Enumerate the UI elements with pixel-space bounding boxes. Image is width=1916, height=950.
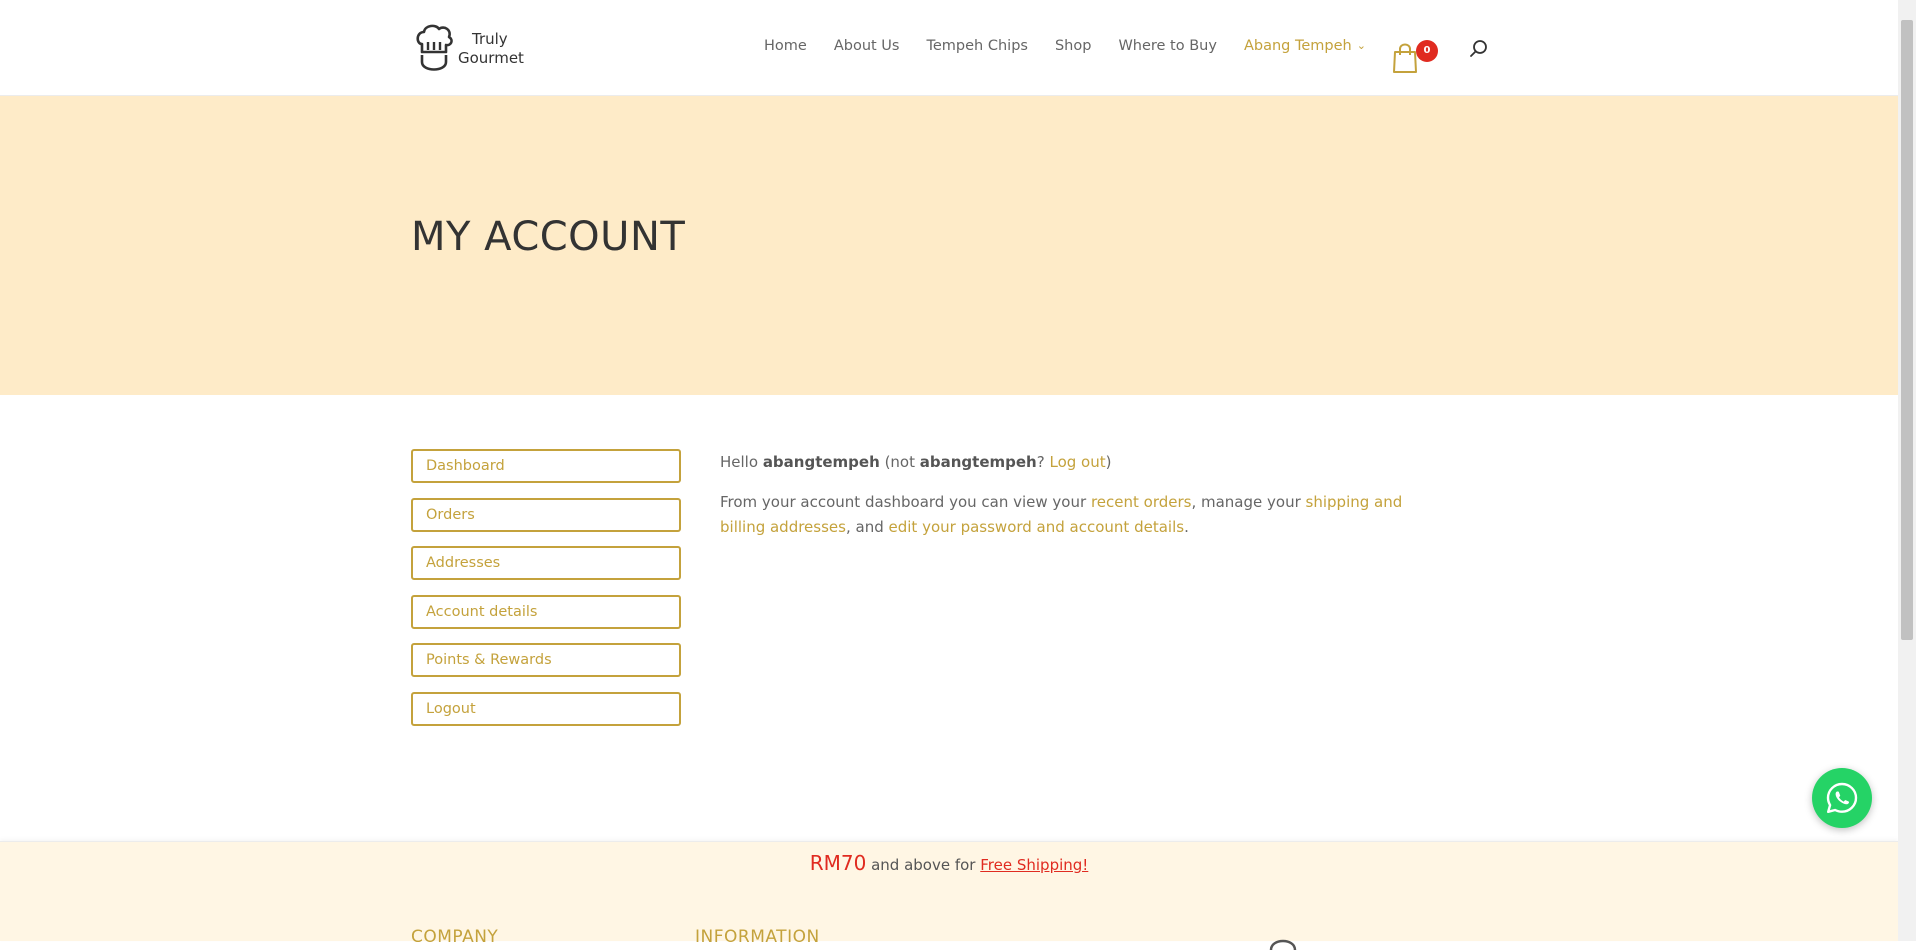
logo-text: Truly Gourmet <box>458 30 524 68</box>
account-nav-logout[interactable]: Logout <box>411 691 681 726</box>
greeting-hello: Hello <box>720 453 759 471</box>
cart-button[interactable]: 0 <box>1390 38 1440 74</box>
shopping-bag-icon <box>1393 43 1417 73</box>
username: abangtempeh <box>762 453 880 471</box>
page-scrollbar[interactable] <box>1898 0 1916 941</box>
main-nav: Home About Us Tempeh Chips Shop Where to… <box>764 38 1393 54</box>
footer-logo-icon <box>1269 939 1297 950</box>
nav-about-us[interactable]: About Us <box>834 38 900 54</box>
dashboard-description: From your account dashboard you can view… <box>720 490 1420 540</box>
account-nav-addresses[interactable]: Addresses <box>411 546 681 580</box>
greeting-question: ? <box>1036 453 1045 471</box>
page-hero: MY ACCOUNT <box>0 96 1898 395</box>
promo-amount: RM70 <box>809 851 867 875</box>
search-icon <box>1470 40 1487 57</box>
account-nav-orders[interactable]: Orders <box>411 497 681 532</box>
nav-where-to-buy[interactable]: Where to Buy <box>1118 38 1217 54</box>
username-repeat: abangtempeh <box>919 453 1037 471</box>
nav-shop[interactable]: Shop <box>1055 38 1091 54</box>
whatsapp-icon <box>1826 782 1858 813</box>
chef-hat-logo-icon <box>416 24 453 71</box>
free-shipping-link[interactable]: Free Shipping! <box>980 856 1088 874</box>
page-title: MY ACCOUNT <box>411 214 686 260</box>
greeting-paragraph: Hello abangtempeh (not abangtempeh? Log … <box>720 450 1420 475</box>
search-button[interactable] <box>1468 38 1490 62</box>
desc-end: . <box>1184 518 1189 536</box>
site-logo[interactable]: Truly Gourmet <box>414 22 524 76</box>
footer-heading-company: COMPANY <box>411 927 499 947</box>
greeting-not: (not <box>884 453 915 471</box>
nav-tempeh-chips[interactable]: Tempeh Chips <box>926 38 1027 54</box>
logo-line-1: Truly <box>472 30 508 48</box>
nav-home[interactable]: Home <box>764 38 807 54</box>
nav-abang-tempeh[interactable]: Abang Tempeh ⌄ <box>1244 38 1366 54</box>
nav-abang-tempeh-label: Abang Tempeh <box>1243 38 1352 54</box>
account-nav-dashboard[interactable]: Dashboard <box>411 449 681 483</box>
account-nav: Dashboard Orders Addresses Account detai… <box>411 449 681 740</box>
logo-line-2: Gourmet <box>458 49 524 67</box>
recent-orders-link[interactable]: recent orders <box>1091 493 1192 511</box>
account-nav-account-details[interactable]: Account details <box>411 594 681 629</box>
site-header: Truly Gourmet Home About Us Tempeh Chips… <box>0 0 1898 96</box>
desc-mid: , manage your <box>1191 493 1301 511</box>
footer-heading-information: INFORMATION <box>695 927 820 947</box>
scrollbar-thumb[interactable] <box>1901 20 1913 640</box>
account-details-link[interactable]: edit your password and account details <box>889 518 1185 536</box>
whatsapp-chat-button[interactable] <box>1812 768 1872 828</box>
desc-and: , and <box>845 518 884 536</box>
greeting-close: ) <box>1105 453 1112 471</box>
logout-link[interactable]: Log out <box>1049 453 1105 471</box>
site-footer: RM70 and above for Free Shipping! COMPAN… <box>0 841 1898 950</box>
free-shipping-banner: RM70 and above for Free Shipping! <box>0 851 1898 875</box>
chevron-down-icon: ⌄ <box>1356 39 1366 52</box>
account-dashboard-content: Hello abangtempeh (not abangtempeh? Log … <box>720 450 1420 555</box>
cart-count-badge: 0 <box>1416 40 1438 62</box>
account-nav-points-rewards[interactable]: Points & Rewards <box>411 643 681 677</box>
desc-start: From your account dashboard you can view… <box>720 493 1087 511</box>
promo-text: and above for <box>871 856 976 874</box>
